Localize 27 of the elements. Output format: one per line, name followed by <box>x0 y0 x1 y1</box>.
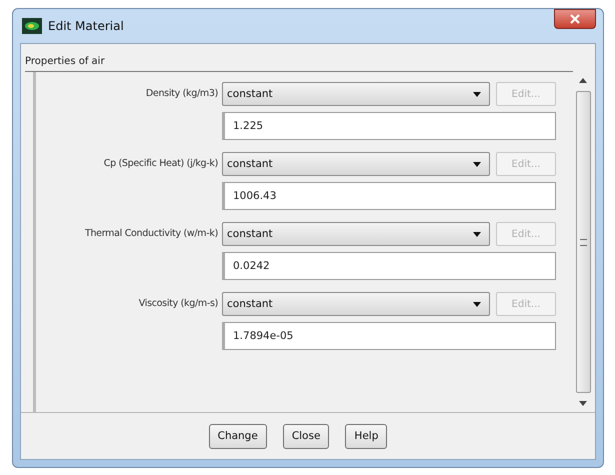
scroll-down-icon <box>579 401 587 406</box>
caret-icon <box>473 302 481 306</box>
close-button[interactable] <box>554 9 596 29</box>
scroll-thumb[interactable] <box>576 91 590 393</box>
group-title: Properties of air <box>25 50 573 72</box>
property-label: Density (kg/m3) <box>144 87 219 99</box>
close-icon <box>569 14 581 24</box>
method-dropdown[interactable]: constant <box>222 152 490 176</box>
caret-icon <box>473 232 481 236</box>
value-field[interactable]: 1.7894e-05 <box>222 322 556 350</box>
value-field[interactable]: 0.0242 <box>222 252 556 280</box>
caret-icon <box>473 162 481 166</box>
scroll-up-icon <box>579 78 587 83</box>
method-dropdown[interactable]: constant <box>222 292 490 316</box>
property-label: Cp (Specific Heat) (j/kg-k) <box>102 157 219 169</box>
method-dropdown[interactable]: constant <box>222 82 490 106</box>
caret-icon <box>473 92 481 96</box>
value-field[interactable]: 1.225 <box>222 112 556 140</box>
window-title: Edit Material <box>48 19 124 33</box>
value-field[interactable]: 1006.43 <box>222 182 556 210</box>
dialog-button[interactable]: Close <box>282 424 330 448</box>
property-label: Thermal Conductivity (w/m-k) <box>84 227 219 239</box>
property-label: Viscosity (kg/m-s) <box>138 297 219 309</box>
dialog-button[interactable]: Help <box>345 424 388 448</box>
app-icon <box>22 18 42 34</box>
method-dropdown[interactable]: constant <box>222 222 490 246</box>
dialog-button[interactable]: Change <box>208 424 267 448</box>
